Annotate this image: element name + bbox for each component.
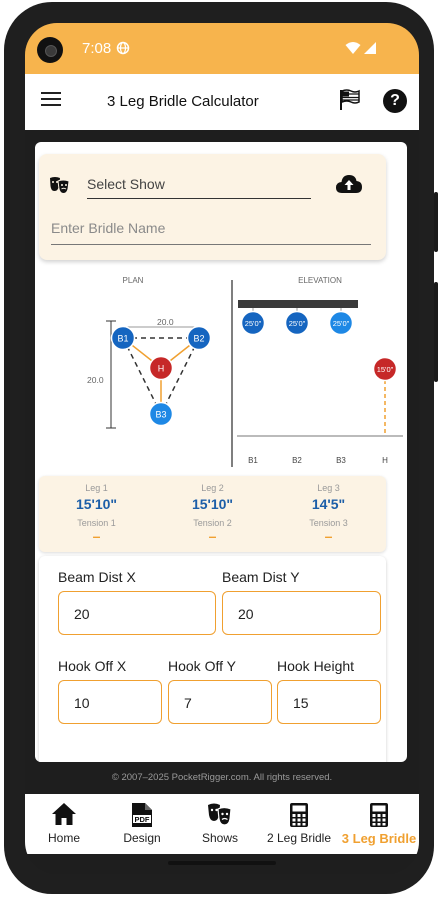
beam-dist-y-value: 20 (238, 606, 254, 622)
leg-length: 14'5" (311, 496, 346, 512)
svg-text:PDF: PDF (135, 815, 150, 824)
tension-label: Tension 3 (309, 518, 348, 528)
tension-value: – (324, 528, 333, 544)
nav-shows-label: Shows (201, 831, 239, 845)
hook-off-x-label: Hook Off X (58, 658, 127, 674)
hook-height-input[interactable]: 15 (277, 680, 381, 724)
elev-b3-height: 25'0" (333, 319, 350, 328)
leg-label: Leg 1 (85, 483, 108, 493)
elev-b2-height: 25'0" (289, 319, 306, 328)
nav-2-leg-bridle-label: 2 Leg Bridle (266, 831, 332, 845)
bridle-diagram: PLAN 20.0 20.0 B1 B2 B3 H ELEVATION 25'0… (87, 276, 403, 467)
page-title: 3 Leg Bridle Calculator (107, 93, 259, 110)
hook-height-value: 15 (293, 695, 309, 711)
bottom-navigation: Home PDF Design Shows 2 Leg Bridle 3 Leg… (25, 794, 419, 854)
nav-home-label: Home (47, 831, 80, 845)
nav-3-leg-bridle-label: 3 Leg Bridle (341, 831, 417, 846)
inputs-card: Beam Dist X 20 Beam Dist Y 20 Hook Off X… (39, 556, 386, 762)
footer-copyright: © 2007–2025 PocketRigger.com. All rights… (25, 762, 419, 794)
tension-label: Tension 2 (193, 518, 232, 528)
hook-off-y-value: 7 (184, 695, 192, 711)
power-button (434, 192, 438, 252)
elev-axis-b2: B2 (292, 456, 302, 465)
wifi-icon (345, 42, 361, 54)
nav-2-leg-bridle[interactable]: 2 Leg Bridle (259, 794, 339, 854)
hook-off-x-input[interactable]: 10 (58, 680, 162, 724)
nav-home[interactable]: Home (25, 794, 103, 854)
beam-dist-x-label: Beam Dist X (58, 569, 136, 585)
leg-length: 15'10" (75, 496, 118, 512)
status-time: 7:08 (82, 40, 112, 57)
help-icon: ? (390, 92, 400, 109)
plan-label: PLAN (123, 276, 144, 285)
nav-design[interactable]: PDF Design (103, 794, 181, 854)
elev-axis-b1: B1 (248, 456, 258, 465)
main-content[interactable]: Select Show Enter Bridle Name PLAN 20.0 (35, 142, 407, 762)
menu-button[interactable] (41, 91, 63, 109)
select-show-label: Select Show (87, 176, 165, 192)
hook-off-y-input[interactable]: 7 (168, 680, 272, 724)
bridle-name-input[interactable]: Enter Bridle Name (51, 214, 371, 245)
elev-axis-b3: B3 (336, 456, 346, 465)
tension-value: – (92, 528, 101, 544)
home-indicator[interactable] (168, 861, 276, 865)
globe-icon (116, 41, 130, 55)
elev-h-height: 15'0" (377, 365, 394, 374)
beam-dist-x-value: 20 (74, 606, 90, 622)
front-camera (37, 37, 63, 63)
leg-label: Leg 3 (317, 483, 340, 493)
bridle-name-placeholder: Enter Bridle Name (51, 220, 166, 236)
legs-card: Leg 1 15'10" Tension 1 – Leg 2 15'10" Te… (39, 476, 386, 552)
beam-x-dim: 20.0 (157, 317, 174, 327)
tension-label: Tension 1 (77, 518, 116, 528)
hook-off-x-value: 10 (74, 695, 90, 711)
calculator-icon (290, 803, 308, 827)
elevation-label: ELEVATION (298, 276, 342, 285)
select-show-dropdown[interactable]: Select Show (87, 170, 311, 199)
leg-length: 15'10" (191, 496, 234, 512)
nav-shows[interactable]: Shows (181, 794, 259, 854)
plan-point-b2-label: B2 (193, 334, 204, 344)
calculator-icon (370, 803, 388, 827)
tension-value: – (208, 528, 217, 544)
plan-point-b1-label: B1 (117, 334, 128, 344)
beam-dist-y-label: Beam Dist Y (222, 569, 300, 585)
beam-dist-x-input[interactable]: 20 (58, 591, 216, 635)
theater-masks-icon (208, 803, 232, 826)
theater-masks-icon (50, 177, 70, 194)
phone-frame: 7:08 3 Leg Bridle Calculator ? Select Sh… (4, 2, 438, 894)
hook-off-y-label: Hook Off Y (168, 658, 236, 674)
beam-y-dim: 20.0 (87, 375, 104, 385)
screen: 7:08 3 Leg Bridle Calculator ? Select Sh… (25, 23, 419, 874)
menu-icon (41, 92, 61, 94)
hook-height-label: Hook Height (277, 658, 355, 674)
help-button[interactable]: ? (383, 89, 407, 113)
beam-dist-y-input[interactable]: 20 (222, 591, 381, 635)
volume-button (434, 282, 438, 382)
signal-icon (364, 42, 376, 54)
nav-3-leg-bridle[interactable]: 3 Leg Bridle (339, 794, 419, 854)
home-icon (52, 803, 76, 825)
app-bar: 3 Leg Bridle Calculator ? (25, 74, 419, 130)
pdf-icon: PDF (132, 803, 152, 827)
cloud-upload-icon[interactable] (335, 172, 363, 194)
nav-design-label: Design (123, 831, 161, 845)
elevation-beam (238, 300, 358, 308)
leg-label: Leg 2 (201, 483, 224, 493)
elev-axis-h: H (382, 456, 388, 465)
flag-icon[interactable] (339, 89, 361, 111)
elev-b1-height: 25'0" (245, 319, 262, 328)
plan-point-h-label: H (158, 364, 165, 374)
show-card: Select Show Enter Bridle Name (39, 154, 386, 260)
plan-point-b3-label: B3 (155, 410, 166, 420)
status-bar: 7:08 (25, 23, 419, 74)
